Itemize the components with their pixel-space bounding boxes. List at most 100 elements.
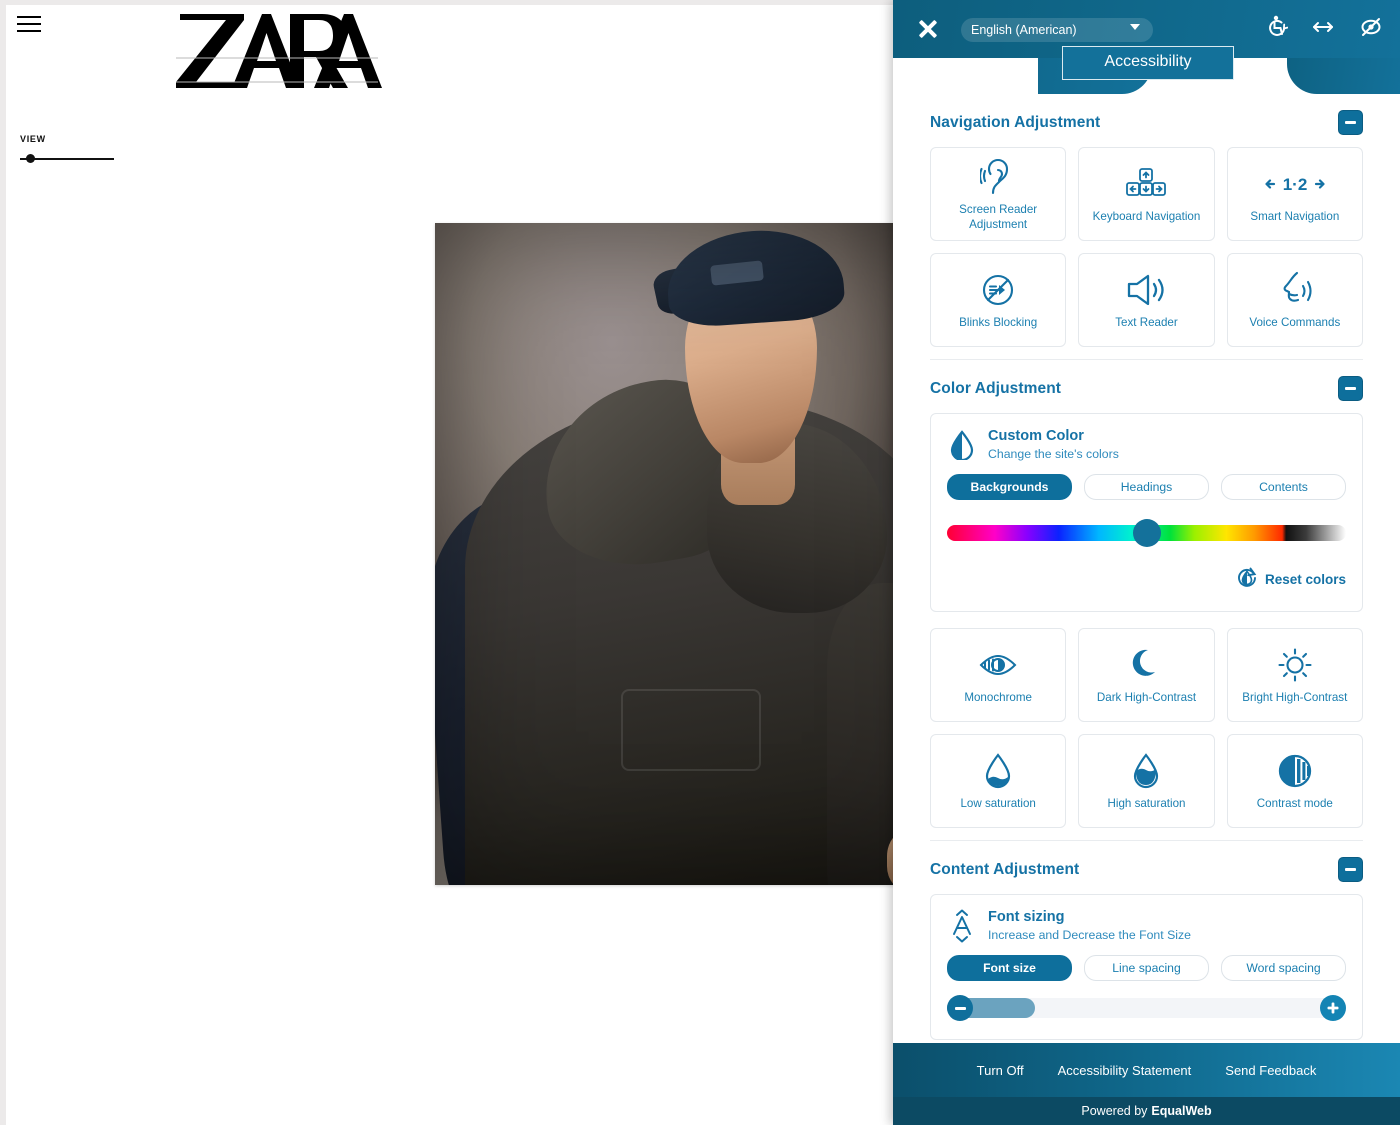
close-icon[interactable] — [915, 16, 941, 42]
tile-bright-high-contrast[interactable]: Bright High-Contrast — [1226, 628, 1363, 722]
tile-low-saturation[interactable]: Low saturation — [930, 734, 1067, 828]
eye-monochrome-icon — [978, 644, 1018, 686]
arrow-keys-icon — [1125, 163, 1167, 205]
tab-shoulder-right — [1287, 58, 1400, 94]
pill-headings[interactable]: Headings — [1084, 474, 1209, 500]
section-header: Color Adjustment — [930, 360, 1363, 413]
view-slider-knob[interactable] — [26, 154, 35, 163]
collapse-color-button[interactable] — [1338, 376, 1363, 401]
panel-body[interactable]: Navigation Adjustment Screen Reader Adju — [893, 94, 1400, 1043]
tile-label: Bright High-Contrast — [1242, 691, 1348, 705]
resize-horizontal-icon[interactable] — [1310, 14, 1336, 40]
panel-footer: Turn Off Accessibility Statement Send Fe… — [893, 1043, 1400, 1097]
hero-product-photo[interactable] — [435, 223, 893, 885]
moon-icon — [1130, 644, 1162, 686]
hamburger-bar — [17, 23, 41, 25]
font-sizing-subtitle: Increase and Decrease the Font Size — [988, 928, 1192, 943]
minus-icon — [1345, 868, 1356, 871]
collapse-content-button[interactable] — [1338, 857, 1363, 882]
font-size-a-icon — [947, 909, 977, 943]
section-header: Content Adjustment — [930, 841, 1363, 894]
tab-gap-left — [893, 58, 1038, 94]
minus-icon — [954, 1006, 966, 1010]
section-content-adjustment: Content Adjustment Font sizing Increase … — [893, 841, 1400, 1040]
tile-label: Low saturation — [960, 797, 1036, 811]
blink-blocked-icon — [978, 269, 1018, 311]
tile-label: Blinks Blocking — [959, 316, 1038, 330]
section-color-adjustment: Color Adjustment Custom Color Change the… — [893, 360, 1400, 828]
minus-icon — [1345, 121, 1356, 124]
pill-backgrounds[interactable]: Backgrounds — [947, 474, 1072, 500]
contrast-circle-icon — [1278, 750, 1312, 792]
tile-smart-navigation[interactable]: 1·2 Smart Navigation — [1226, 147, 1363, 241]
hue-slider-knob[interactable] — [1132, 519, 1161, 547]
hide-interface-icon[interactable] — [1358, 14, 1384, 40]
reset-colors-label[interactable]: Reset colors — [1265, 572, 1346, 587]
pill-font-size[interactable]: Font size — [947, 955, 1072, 981]
tile-monochrome[interactable]: Monochrome — [930, 628, 1067, 722]
footer-link-send-feedback[interactable]: Send Feedback — [1225, 1063, 1316, 1078]
voice-profile-icon — [1275, 269, 1315, 311]
view-control: VIEW — [20, 134, 114, 164]
tile-text-reader[interactable]: Text Reader — [1078, 253, 1215, 347]
hue-slider[interactable] — [947, 519, 1346, 547]
sun-icon — [1277, 644, 1313, 686]
accessibility-wheelchair-icon[interactable] — [1262, 14, 1289, 40]
tile-blinks-blocking[interactable]: Blinks Blocking — [930, 253, 1067, 347]
font-size-slider[interactable] — [947, 995, 1346, 1021]
tile-voice-commands[interactable]: Voice Commands — [1226, 253, 1363, 347]
custom-color-card: Custom Color Change the site's colors Ba… — [930, 413, 1363, 612]
screen: VIEW English (American) Accessibility Na… — [0, 0, 1400, 1125]
hamburger-menu-icon[interactable] — [17, 14, 41, 34]
contrast-droplet-icon — [947, 428, 977, 462]
droplet-high-icon — [1131, 750, 1161, 792]
powered-by-credit: Powered by EqualWeb — [893, 1097, 1400, 1125]
font-sizing-pill-group: Font size Line spacing Word spacing — [947, 955, 1346, 981]
accessibility-panel: English (American) Accessibility Navigat… — [893, 0, 1400, 1125]
pill-contents[interactable]: Contents — [1221, 474, 1346, 500]
svg-text:1·2: 1·2 — [1283, 175, 1308, 194]
speaker-icon — [1125, 269, 1167, 311]
tile-label: Text Reader — [1115, 316, 1178, 330]
view-label: VIEW — [20, 134, 46, 144]
tile-label: Smart Navigation — [1250, 210, 1340, 224]
collapse-navigation-button[interactable] — [1338, 110, 1363, 135]
font-size-decrease-button[interactable] — [947, 995, 973, 1021]
language-select[interactable]: English (American) — [961, 18, 1153, 42]
custom-color-subtitle: Change the site's colors — [988, 447, 1119, 462]
font-size-increase-button[interactable] — [1320, 995, 1346, 1021]
font-sizing-card: Font sizing Increase and Decrease the Fo… — [930, 894, 1363, 1040]
custom-color-pill-group: Backgrounds Headings Contents — [947, 474, 1346, 500]
zara-logo[interactable] — [172, 6, 382, 94]
tile-keyboard-navigation[interactable]: Keyboard Navigation — [1078, 147, 1215, 241]
credit-brand: EqualWeb — [1151, 1104, 1212, 1118]
footer-link-accessibility-statement[interactable]: Accessibility Statement — [1058, 1063, 1192, 1078]
view-slider[interactable] — [20, 154, 114, 164]
credit-prefix: Powered by — [1081, 1104, 1148, 1118]
font-sizing-title: Font sizing — [988, 909, 1065, 925]
section-title: Color Adjustment — [930, 379, 1062, 397]
tile-label: Keyboard Navigation — [1092, 210, 1201, 224]
reset-colors-row[interactable]: Reset colors — [947, 566, 1346, 593]
tile-high-saturation[interactable]: High saturation — [1078, 734, 1215, 828]
tile-label: Monochrome — [964, 691, 1032, 705]
tile-label: Dark High-Contrast — [1096, 691, 1197, 705]
hamburger-bar — [17, 16, 41, 18]
hamburger-bar — [17, 30, 41, 32]
reset-colors-icon — [1237, 566, 1257, 593]
pill-word-spacing[interactable]: Word spacing — [1221, 955, 1346, 981]
navigation-tile-grid: Screen Reader Adjustment Keyboard Naviga… — [930, 147, 1363, 347]
pill-line-spacing[interactable]: Line spacing — [1084, 955, 1209, 981]
tile-screen-reader-adjustment[interactable]: Screen Reader Adjustment — [930, 147, 1067, 241]
tab-accessibility[interactable]: Accessibility — [1062, 46, 1234, 80]
tile-label: Voice Commands — [1249, 316, 1341, 330]
section-title: Content Adjustment — [930, 860, 1080, 878]
custom-color-title: Custom Color — [988, 428, 1084, 444]
font-sizing-header: Font sizing Increase and Decrease the Fo… — [947, 909, 1346, 943]
tile-contrast-mode[interactable]: Contrast mode — [1226, 734, 1363, 828]
custom-color-header: Custom Color Change the site's colors — [947, 428, 1346, 462]
tile-dark-high-contrast[interactable]: Dark High-Contrast — [1078, 628, 1215, 722]
footer-link-turn-off[interactable]: Turn Off — [977, 1063, 1024, 1078]
website-content: VIEW — [0, 0, 893, 1125]
section-navigation-adjustment: Navigation Adjustment Screen Reader Adju — [893, 94, 1400, 347]
